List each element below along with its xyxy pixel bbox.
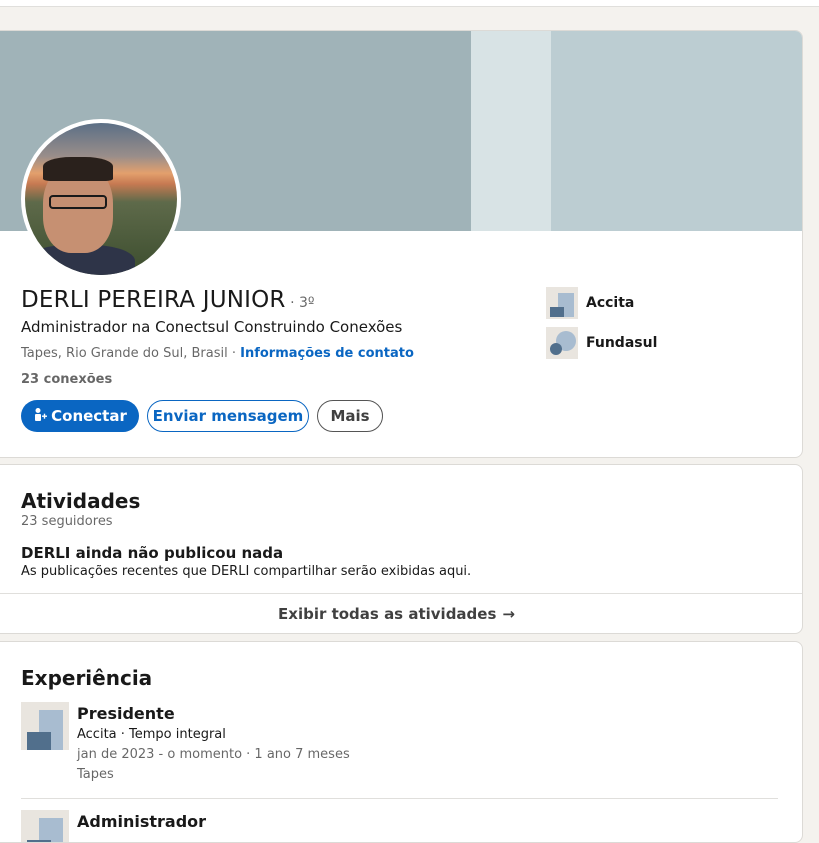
name-row: DERLI PEREIRA JUNIOR · 3º <box>21 287 314 313</box>
avatar-glasses <box>49 195 107 209</box>
experience-title-text: Presidente <box>77 704 175 723</box>
activity-title: Atividades <box>21 489 141 513</box>
organization-accita[interactable]: Accita <box>546 287 634 319</box>
accita-logo-part <box>27 732 51 750</box>
connections-count[interactable]: 23 conexões <box>21 372 112 387</box>
organization-fundasul[interactable]: Fundasul <box>546 327 657 359</box>
send-message-button[interactable]: Enviar mensagem <box>147 400 309 432</box>
contact-info-link[interactable]: Informações de contato <box>240 346 414 361</box>
arrow-right-icon: → <box>502 605 515 623</box>
experience-title-text: Administrador <box>77 812 207 831</box>
experience-dates: jan de 2023 - o momento · 1 ano 7 meses <box>77 747 350 762</box>
organization-name: Accita <box>586 295 635 311</box>
profile-name: DERLI PEREIRA JUNIOR <box>21 287 286 313</box>
activity-empty-description: As publicações recentes que DERLI compar… <box>21 564 472 579</box>
banner-stripe <box>471 31 551 231</box>
more-button[interactable]: Mais <box>317 400 383 432</box>
divider <box>21 798 778 799</box>
show-all-activity-button[interactable]: Exibir todas as atividades → <box>0 593 802 633</box>
profile-headline: Administrador na Conectsul Construindo C… <box>21 318 403 336</box>
experience-company: Accita · Tempo integral <box>77 727 226 742</box>
accita-logo-icon <box>21 702 69 750</box>
experience-card: Experiência Presidente Accita · Tempo in… <box>0 641 803 843</box>
profile-location: Tapes, Rio Grande do Sul, Brasil · <box>21 346 241 361</box>
activity-card: Atividades 23 seguidores DERLI ainda não… <box>0 464 803 634</box>
experience-location: Tapes <box>77 767 114 782</box>
connect-button[interactable]: Conectar <box>21 400 139 432</box>
connection-degree: · 3º <box>285 295 315 311</box>
accita-logo-icon <box>21 810 69 842</box>
profile-card: DERLI PEREIRA JUNIOR · 3º Administrador … <box>0 30 803 458</box>
show-all-label: Exibir todas as atividades <box>278 605 497 623</box>
accita-logo-icon <box>546 287 578 319</box>
followers-count[interactable]: 23 seguidores <box>21 514 113 529</box>
activity-empty-title: DERLI ainda não publicou nada <box>21 544 284 562</box>
top-navigation-bar <box>0 0 819 7</box>
organization-name: Fundasul <box>586 335 658 351</box>
fundasul-logo-part <box>550 343 562 355</box>
avatar-hair <box>43 157 113 181</box>
accita-logo-part <box>550 307 564 317</box>
experience-title: Experiência <box>21 666 153 690</box>
add-person-svg <box>35 408 48 421</box>
add-person-icon <box>33 407 48 425</box>
location-row: Tapes, Rio Grande do Sul, Brasil · Infor… <box>21 346 414 361</box>
profile-avatar[interactable] <box>21 119 181 279</box>
connect-label: Conectar <box>51 407 127 425</box>
fundasul-logo-icon <box>546 327 578 359</box>
